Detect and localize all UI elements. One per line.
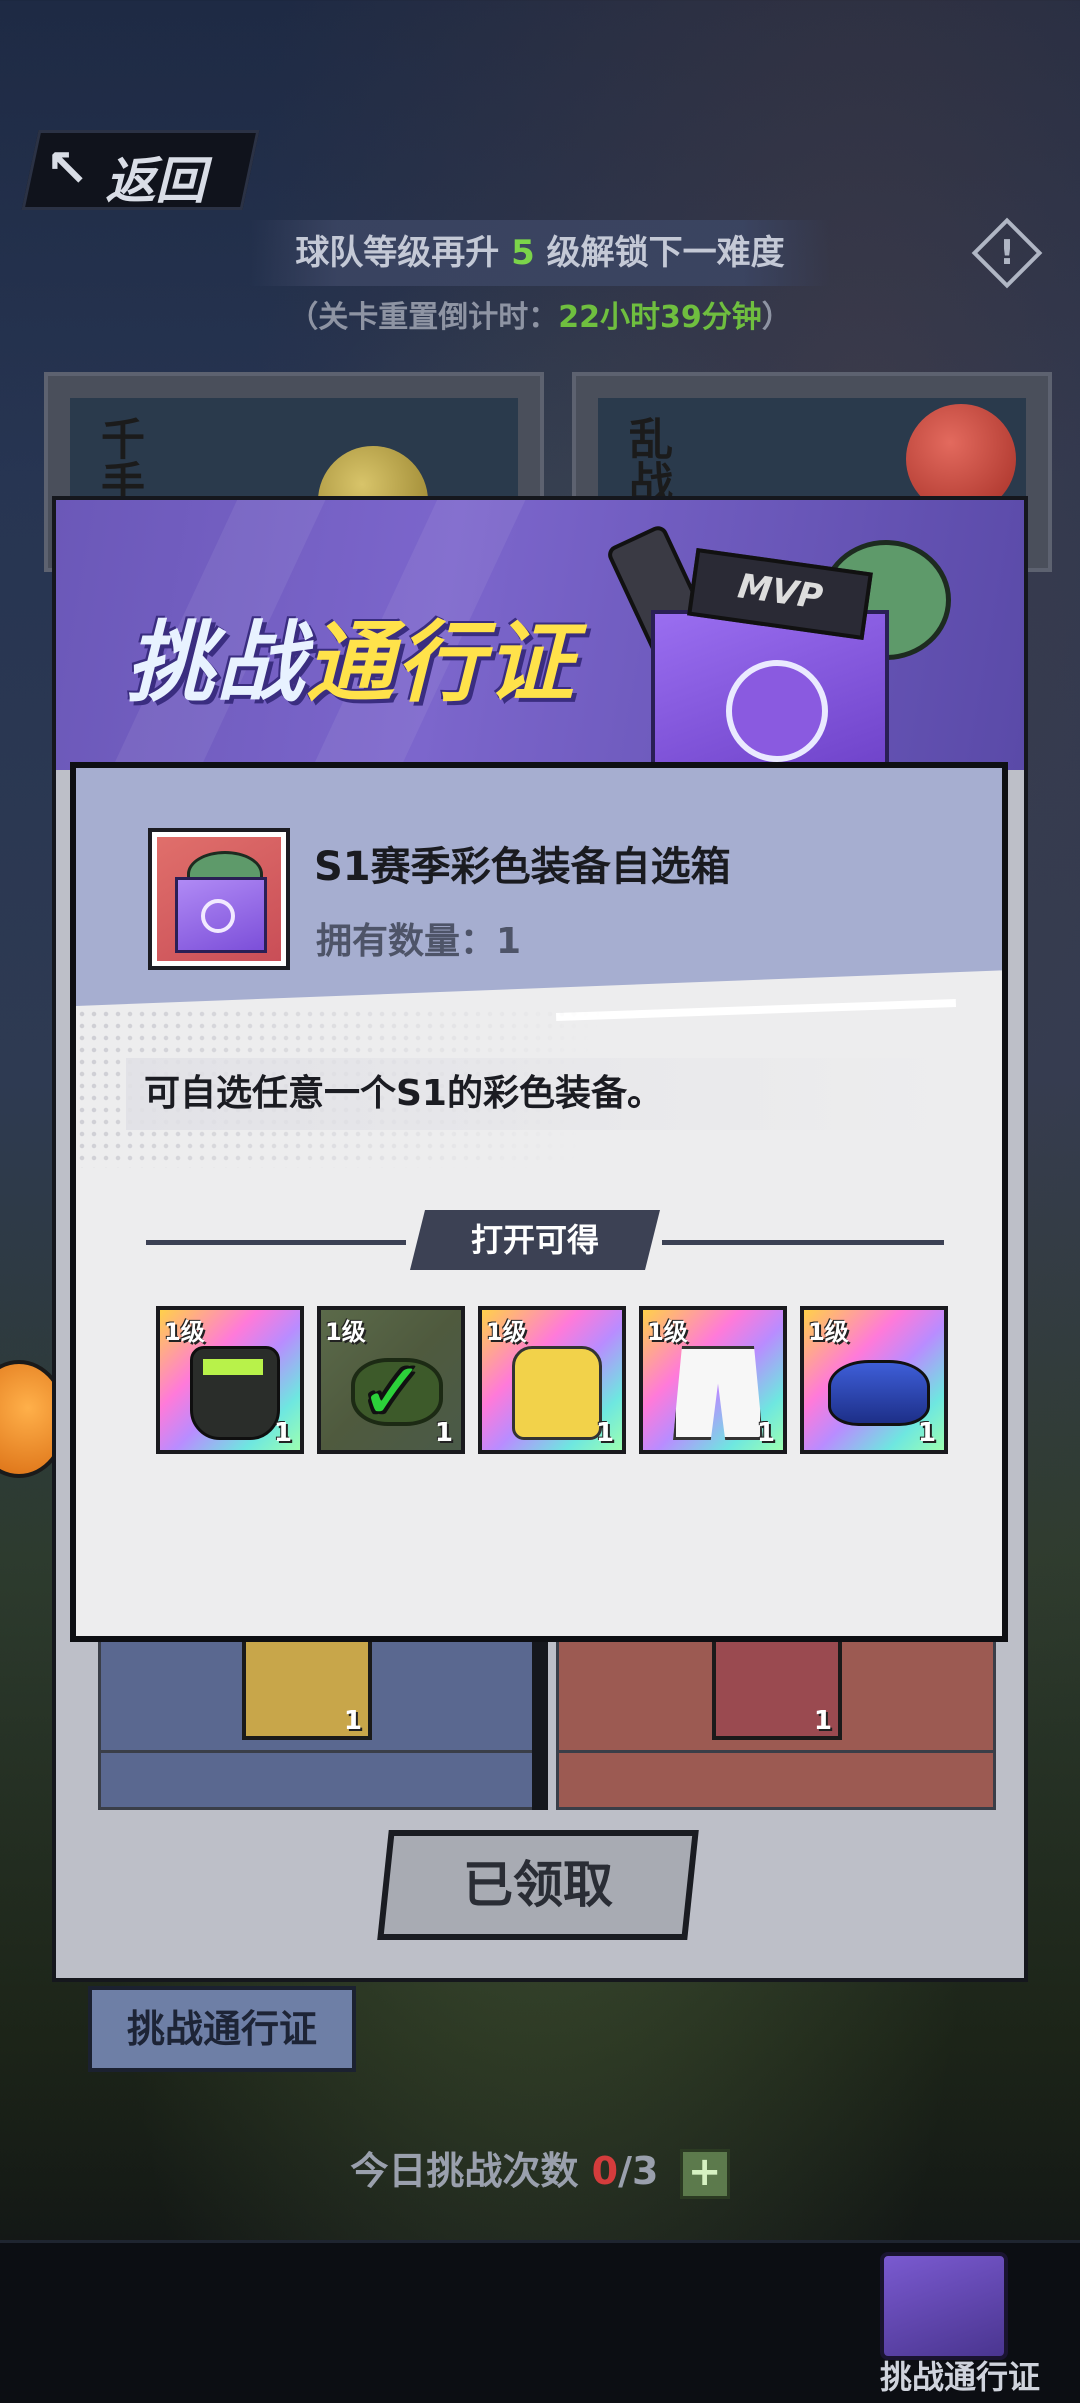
shorts-icon [673,1346,763,1440]
goalkeeper-gloves-icon [190,1346,280,1440]
back-button-label: 返回 [105,152,206,210]
pass-gift-box-icon: MVP [604,522,951,770]
attempts-label: 今日挑战次数 [350,2149,579,2193]
item-count: 拥有数量：1 [316,912,521,964]
pass-title-part2: 通行证 [306,611,577,714]
item-info-dialog: S1赛季彩色装备自选箱 拥有数量：1 可自选任意一个S1的彩色装备。 打开可得 … [70,762,1008,1642]
selection-box-icon-bg [157,837,281,961]
reward-row-free [98,1750,538,1810]
pass-title-part1: 挑战 [126,611,307,714]
selection-box-icon [148,828,290,970]
reward-level: 1级 [325,1318,366,1346]
reward-row-premium [556,1750,996,1810]
pass-title: 挑战通行证 [126,592,576,719]
reward-qty: 1 [756,1418,775,1448]
item-count-label: 拥有数量： [316,921,497,962]
reset-countdown: （关卡重置倒计时：22小时39分钟） [0,292,1080,336]
reward-item-shorts[interactable]: 1级 1 [639,1306,787,1454]
section-divider-right [662,1240,944,1245]
pass-header: 挑战通行证 MVP [56,500,1024,770]
unlock-text-prefix: 球队等级再升 [295,233,512,273]
check-icon: ✓ [359,1345,427,1438]
obtainable-section-label: 打开可得 [410,1210,660,1270]
football-logo-icon [201,899,235,933]
reset-prefix: （关卡重置倒计时： [288,300,559,335]
attempts-total: /3 [618,2149,659,2193]
reward-level: 1级 [647,1318,688,1346]
alert-glyph: ! [999,233,1015,273]
reward-qty: 1 [595,1418,614,1448]
reward-item-goggles[interactable]: 1级 ✓ 1 [317,1306,465,1454]
reward-item-headband[interactable]: 1级 1 [800,1306,948,1454]
attempts-used: 0 [591,2149,619,2193]
unlock-text-suffix: 级解锁下一难度 [534,233,785,273]
level-card-left-name: 千手 [93,416,144,504]
claimed-button[interactable]: 已领取 [377,1830,699,1940]
back-arrow-icon: ↖ [45,139,89,199]
reward-level: 1级 [164,1318,205,1346]
claimed-button-label: 已领取 [463,1856,613,1914]
unlock-banner: 球队等级再升 5 级解锁下一难度 [250,220,830,286]
challenge-pass-nav-icon[interactable] [880,2252,1008,2360]
reward-item-qty: 1 [343,1706,362,1736]
reward-level: 1级 [808,1318,849,1346]
reward-item-qty: 1 [813,1706,832,1736]
challenge-pass-nav-label[interactable]: 挑战通行证 [860,2352,1060,2398]
add-attempts-button[interactable]: + [679,2148,730,2199]
reset-time: 22小时39分钟 [558,300,762,335]
reward-qty: 1 [273,1418,292,1448]
hand-wrap-icon [512,1346,602,1440]
headband-icon [828,1360,930,1426]
item-description-text: 可自选任意一个S1的彩色装备。 [144,1073,663,1114]
reward-item-gloves[interactable]: 1级 1 [156,1306,304,1454]
unlock-levels: 5 [511,233,535,273]
back-button[interactable]: ↖ 返回 [21,130,260,210]
reward-level: 1级 [486,1318,527,1346]
reward-list: 1级 1 1级 ✓ 1 1级 1 1级 1 1级 1 [156,1306,956,1456]
reward-qty: 1 [434,1418,453,1448]
reward-item-hand-wrap[interactable]: 1级 1 [478,1306,626,1454]
level-card-right-name: 乱战 [621,416,672,504]
item-name: S1赛季彩色装备自选箱 [314,844,731,890]
reward-qty: 1 [917,1418,936,1448]
reset-suffix: ） [761,300,792,335]
football-logo-icon [726,660,828,762]
challenge-pass-tab[interactable]: 挑战通行证 [88,1986,356,2072]
item-count-value: 1 [496,921,522,962]
item-description: 可自选任意一个S1的彩色装备。 [126,1058,946,1130]
daily-attempts: 今日挑战次数 0/3 + [0,2140,1080,2199]
section-divider-left [146,1240,406,1245]
